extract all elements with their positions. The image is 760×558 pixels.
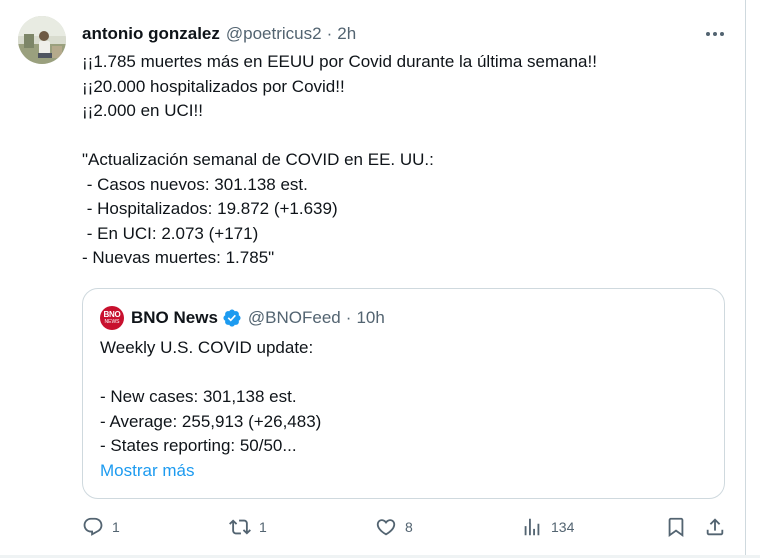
share-icon: [706, 518, 724, 536]
tweet-text: ¡¡1.785 muertes más en EEUU por Covid du…: [82, 50, 722, 271]
retweet-icon: [229, 519, 251, 535]
retweet-count: 1: [259, 519, 267, 535]
more-horizontal-icon: [706, 32, 724, 36]
bno-news-avatar[interactable]: BNO NEWS: [100, 306, 124, 330]
bookmark-button[interactable]: [665, 510, 687, 544]
quoted-line: - Average: 255,913 (+26,483): [100, 411, 322, 431]
tweet: antonio gonzalez @poetricus2 · 2h ¡¡1.78…: [0, 0, 745, 555]
tweet-line: - En UCI: 2.073 (+171): [82, 223, 259, 243]
quoted-author-handle[interactable]: @BNOFeed: [248, 308, 341, 328]
quoted-line: - States reporting: 50/50...: [100, 436, 297, 455]
like-button[interactable]: 8: [375, 510, 413, 544]
verified-badge-icon: [222, 308, 242, 328]
quoted-tweet-text: Weekly U.S. COVID update: - New cases: 3…: [100, 336, 700, 483]
author-name[interactable]: antonio gonzalez: [82, 24, 220, 44]
views-chart-icon: [524, 518, 540, 536]
reply-count: 1: [112, 519, 120, 535]
retweet-button[interactable]: 1: [229, 510, 267, 544]
tweet-line: [82, 124, 722, 149]
bno-logo-subtext: NEWS: [104, 319, 120, 325]
views-count: 134: [551, 519, 575, 535]
quoted-tweet-header: BNO NEWS BNO News @BNOFeed · 10h: [100, 304, 385, 332]
quoted-line: [100, 361, 700, 386]
tweet-line: - Hospitalizados: 19.872 (+1.639): [82, 199, 338, 218]
more-options-button[interactable]: [700, 22, 730, 46]
reply-button[interactable]: 1: [82, 510, 120, 544]
quoted-author-name[interactable]: BNO News: [131, 308, 218, 328]
avatar[interactable]: [18, 16, 66, 64]
quoted-timestamp[interactable]: 10h: [356, 308, 384, 328]
like-count: 8: [405, 519, 413, 535]
reply-icon: [83, 517, 103, 536]
tweet-line: ¡¡20.000 hospitalizados por Covid!!: [82, 76, 345, 96]
tweet-line: - Casos nuevos: 301.138 est.: [82, 174, 308, 194]
author-handle[interactable]: @poetricus2: [226, 24, 322, 44]
quoted-line: - New cases: 301,138 est.: [100, 387, 297, 406]
share-button[interactable]: [704, 510, 726, 544]
tweet-line: - Nuevas muertes: 1.785": [82, 248, 275, 267]
bookmark-icon: [668, 517, 684, 538]
timestamp[interactable]: 2h: [337, 24, 356, 44]
tweet-line: "Actualización semanal de COVID en EE. U…: [82, 150, 434, 169]
separator-dot: ·: [326, 24, 333, 43]
quoted-line: Weekly U.S. COVID update:: [100, 338, 314, 357]
quoted-tweet[interactable]: BNO NEWS BNO News @BNOFeed · 10h Weekly …: [82, 288, 725, 499]
avatar-photo: [18, 16, 66, 64]
show-more-link[interactable]: Mostrar más: [100, 459, 700, 484]
tweet-header: antonio gonzalez @poetricus2 · 2h: [82, 22, 356, 46]
separator-dot: ·: [345, 308, 352, 327]
views-button[interactable]: 134: [521, 510, 574, 544]
heart-icon: [376, 519, 396, 536]
right-border: [745, 0, 746, 558]
tweet-line: ¡¡1.785 muertes más en EEUU por Covid du…: [82, 52, 597, 71]
tweet-line: ¡¡2.000 en UCI!!: [82, 101, 203, 120]
bno-logo-text: BNO: [103, 310, 121, 319]
action-bar: 1 1 8 134: [0, 510, 745, 544]
